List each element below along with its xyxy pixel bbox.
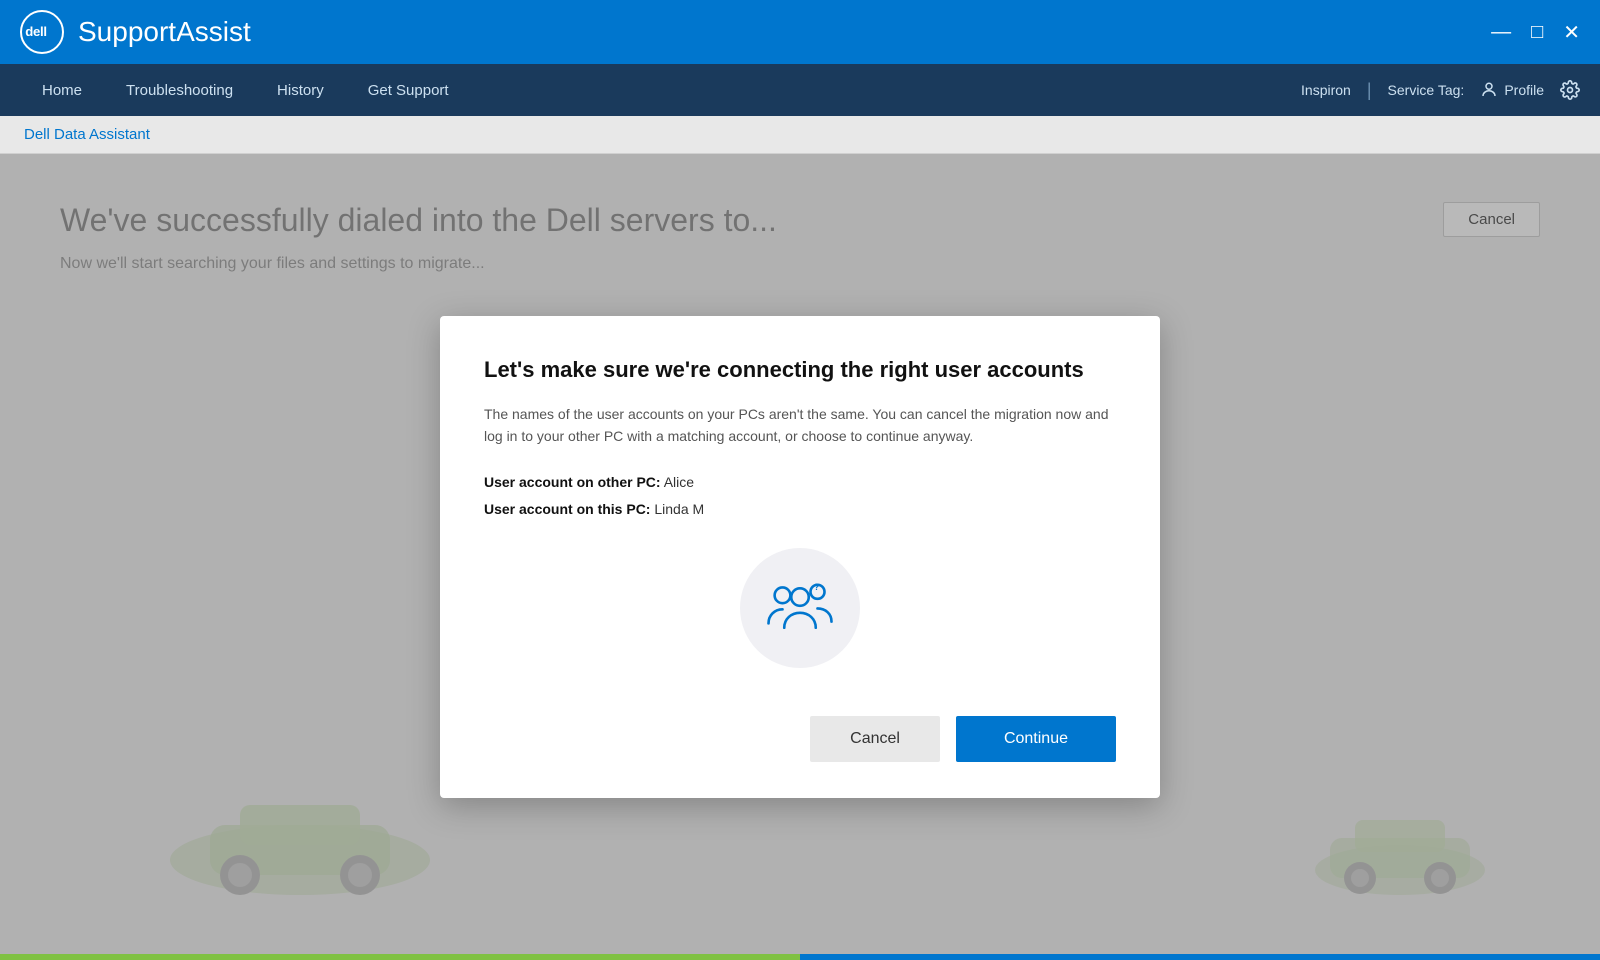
nav-right: Inspiron | Service Tag: Profile — [1301, 80, 1580, 101]
modal-continue-button[interactable]: Continue — [956, 716, 1116, 762]
users-group-icon: ? — [765, 578, 835, 638]
nav-left: Home Troubleshooting History Get Support — [20, 64, 471, 116]
nav-item-get-support[interactable]: Get Support — [346, 64, 471, 116]
gear-icon[interactable] — [1560, 80, 1580, 100]
modal-icon-area: ? — [484, 548, 1116, 668]
nav-item-home[interactable]: Home — [20, 64, 104, 116]
modal-user-info: User account on other PC: Alice User acc… — [484, 472, 1116, 520]
nav-item-troubleshooting[interactable]: Troubleshooting — [104, 64, 255, 116]
user-account-this: User account on this PC: Linda M — [484, 499, 1116, 520]
modal-dialog: Let's make sure we're connecting the rig… — [440, 316, 1160, 797]
breadcrumb-bar: Dell Data Assistant — [0, 116, 1600, 154]
dell-logo: dell — [20, 10, 64, 54]
maximize-button[interactable]: □ — [1531, 21, 1543, 44]
modal-buttons: Cancel Continue — [484, 716, 1116, 762]
modal-description: The names of the user accounts on your P… — [484, 403, 1116, 448]
nav-item-history[interactable]: History — [255, 64, 346, 116]
main-content: We've successfully dialed into the Dell … — [0, 154, 1600, 960]
users-icon-circle: ? — [740, 548, 860, 668]
app-title: SupportAssist — [78, 16, 251, 48]
modal-title: Let's make sure we're connecting the rig… — [484, 356, 1116, 385]
profile-icon — [1480, 81, 1498, 99]
minimize-button[interactable]: — — [1491, 21, 1511, 44]
title-bar-left: dell SupportAssist — [20, 10, 251, 54]
profile-label: Profile — [1504, 82, 1544, 98]
nav-divider: | — [1367, 80, 1372, 101]
service-tag-label: Service Tag: — [1388, 82, 1465, 98]
window-controls: — □ ✕ — [1491, 20, 1580, 45]
modal-cancel-button[interactable]: Cancel — [810, 716, 940, 762]
breadcrumb: Dell Data Assistant — [24, 126, 150, 143]
title-bar: dell SupportAssist — □ ✕ — [0, 0, 1600, 64]
user-account-other: User account on other PC: Alice — [484, 472, 1116, 493]
profile-nav[interactable]: Profile — [1480, 81, 1544, 99]
close-button[interactable]: ✕ — [1563, 20, 1580, 45]
bottom-accent-bar — [0, 954, 1600, 960]
svg-text:?: ? — [814, 582, 819, 592]
nav-bar: Home Troubleshooting History Get Support… — [0, 64, 1600, 116]
device-name: Inspiron — [1301, 82, 1351, 98]
modal-overlay: Let's make sure we're connecting the rig… — [0, 154, 1600, 960]
svg-text:dell: dell — [25, 24, 47, 39]
